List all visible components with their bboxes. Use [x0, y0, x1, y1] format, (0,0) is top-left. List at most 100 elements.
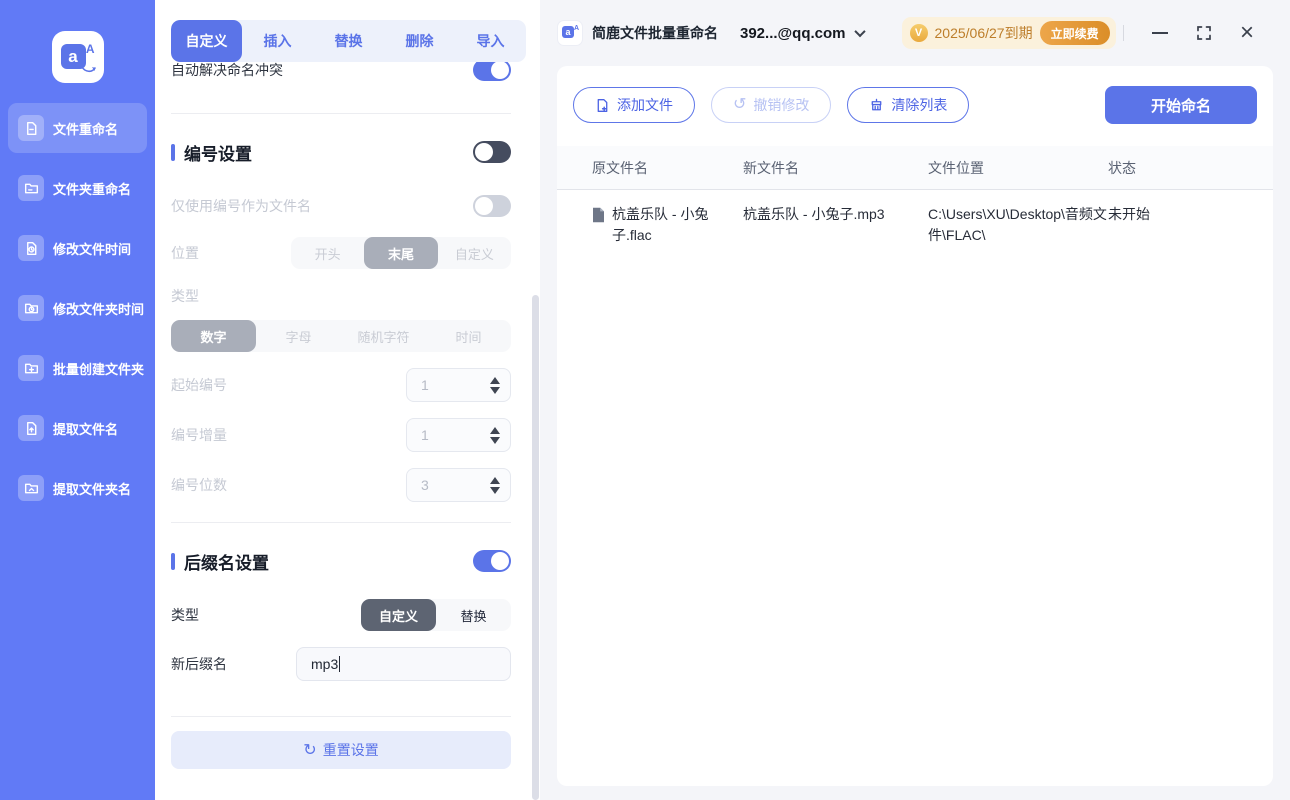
settings-panel: 自定义 插入 替换 删除 导入 自动解决命名冲突 编号设置 仅使用编号作为文件名… — [155, 0, 540, 800]
divider — [1122, 25, 1124, 41]
section-accent-bar — [171, 552, 175, 570]
add-file-icon — [597, 98, 608, 112]
increment-stepper[interactable]: 1 — [406, 418, 511, 452]
undo-icon: ↺ — [733, 96, 747, 113]
file-table: 原文件名 新文件名 文件位置 状态 杭盖乐队 - 小兔子.flac 杭盖乐队 -… — [557, 146, 1273, 264]
suffix-toggle[interactable] — [473, 550, 511, 572]
sidebar-item-folder-rename[interactable]: 文件夹重命名 — [8, 163, 147, 213]
step-up-icon[interactable] — [490, 426, 500, 434]
start-number-row: 起始编号 1 — [171, 368, 511, 402]
original-name-text: 杭盖乐队 - 小兔子.flac — [612, 206, 709, 243]
type-option-number[interactable]: 数字 — [171, 320, 256, 352]
digits-stepper[interactable]: 3 — [406, 468, 511, 502]
undo-button[interactable]: ↺ 撤销修改 — [711, 87, 832, 123]
tab-insert[interactable]: 插入 — [242, 20, 313, 62]
step-up-icon[interactable] — [490, 376, 500, 384]
position-row: 位置 开头 末尾 自定义 — [171, 236, 511, 270]
file-clock-icon — [18, 235, 44, 261]
sidebar-item-modify-file-time[interactable]: 修改文件时间 — [8, 223, 147, 273]
suffix-title: 后缀名设置 — [184, 553, 269, 573]
app-logo: a A — [51, 31, 104, 83]
position-option-custom[interactable]: 自定义 — [438, 237, 511, 269]
settings-scrollbar[interactable] — [532, 295, 539, 800]
clear-list-label: 清除列表 — [891, 97, 948, 113]
license-badge: V 2025/06/27到期 立即续费 — [901, 17, 1116, 49]
divider — [171, 522, 511, 523]
header-status: 状态 — [1108, 159, 1136, 176]
auto-resolve-conflict-label: 自动解决命名冲突 — [171, 62, 283, 78]
step-down-icon[interactable] — [490, 386, 500, 394]
add-files-button[interactable]: 添加文件 — [573, 87, 695, 123]
cell-new-name: 杭盖乐队 - 小兔子.mp3 — [743, 204, 928, 225]
numbering-section-header: 编号设置 — [171, 136, 511, 168]
cell-status: 未开始 — [1108, 204, 1273, 225]
minimize-button[interactable] — [1151, 32, 1168, 34]
logo-swoosh-icon — [80, 66, 96, 73]
file-toolbar: 添加文件 ↺ 撤销修改 清除列表 开始命名 — [557, 66, 1273, 124]
app-icon: a A — [558, 21, 582, 45]
tab-delete[interactable]: 删除 — [384, 20, 455, 62]
tab-import[interactable]: 导入 — [455, 20, 526, 62]
tab-custom[interactable]: 自定义 — [171, 20, 242, 62]
document-icon — [593, 207, 604, 223]
table-row[interactable]: 杭盖乐队 - 小兔子.flac 杭盖乐队 - 小兔子.mp3 C:\Users\… — [557, 190, 1273, 264]
increment-label: 编号增量 — [171, 427, 227, 443]
type-option-time[interactable]: 时间 — [426, 320, 511, 352]
increment-row: 编号增量 1 — [171, 418, 511, 452]
window-controls: × — [1122, 21, 1254, 45]
step-up-icon[interactable] — [490, 476, 500, 484]
stepper-arrows[interactable] — [490, 376, 500, 394]
sidebar-item-extract-folder-name[interactable]: 提取文件夹名 — [8, 463, 147, 513]
new-suffix-input[interactable]: mp3 — [296, 647, 511, 681]
suffix-option-custom[interactable]: 自定义 — [361, 599, 436, 631]
start-number-stepper[interactable]: 1 — [406, 368, 511, 402]
status-text: 未开始 — [1108, 206, 1150, 222]
reset-label: 重置设置 — [322, 742, 379, 758]
stepper-arrows[interactable] — [490, 476, 500, 494]
sidebar-item-file-rename[interactable]: 文件重命名 — [8, 103, 147, 153]
undo-label: 撤销修改 — [753, 97, 810, 113]
position-label: 位置 — [171, 245, 199, 261]
type-option-letter[interactable]: 字母 — [256, 320, 341, 352]
account-email: 392...@qq.com — [740, 24, 846, 42]
start-rename-button[interactable]: 开始命名 — [1105, 86, 1257, 124]
sidebar-item-label: 修改文件夹时间 — [53, 301, 145, 317]
step-down-icon[interactable] — [490, 486, 500, 494]
maximize-button[interactable] — [1196, 25, 1212, 41]
type-option-random[interactable]: 随机字符 — [341, 320, 426, 352]
sidebar-item-modify-folder-time[interactable]: 修改文件夹时间 — [8, 283, 147, 333]
numbering-toggle[interactable] — [473, 141, 511, 163]
app-icon-a: a — [562, 26, 574, 38]
position-option-end[interactable]: 末尾 — [364, 237, 438, 269]
account-menu[interactable]: 392...@qq.com — [740, 24, 866, 42]
sidebar-item-batch-create-folder[interactable]: 批量创建文件夹 — [8, 343, 147, 393]
new-suffix-value: mp3 — [311, 656, 339, 672]
sidebar-item-label: 批量创建文件夹 — [53, 361, 145, 377]
close-button[interactable]: × — [1240, 21, 1254, 45]
license-expiry: 2025/06/27到期 — [934, 25, 1033, 41]
auto-resolve-conflict-toggle[interactable] — [473, 62, 511, 81]
folder-icon — [18, 175, 44, 201]
sidebar: a A 文件重命名 文件夹重命名 修改文件时间 修改文件夹时间 批量创建文件夹 … — [0, 0, 155, 800]
number-type-label-row: 类型 — [171, 286, 511, 306]
stepper-arrows[interactable] — [490, 426, 500, 444]
renew-button[interactable]: 立即续费 — [1039, 21, 1110, 45]
new-suffix-label: 新后缀名 — [171, 656, 227, 672]
tab-replace[interactable]: 替换 — [313, 20, 384, 62]
text-cursor — [339, 656, 341, 672]
increment-value: 1 — [421, 427, 429, 443]
suffix-option-replace[interactable]: 替换 — [436, 599, 511, 631]
reset-settings-button[interactable]: ↻ 重置设置 — [171, 731, 511, 769]
header-location: 文件位置 — [928, 159, 984, 176]
cell-location: C:\Users\XU\Desktop\音频文件\FLAC\ — [928, 204, 1108, 246]
position-option-start[interactable]: 开头 — [291, 237, 364, 269]
sidebar-item-extract-file-name[interactable]: 提取文件名 — [8, 403, 147, 453]
number-type-segmented: 数字 字母 随机字符 时间 — [171, 320, 511, 352]
header-new-name: 新文件名 — [743, 159, 799, 176]
suffix-type-label: 类型 — [171, 607, 199, 623]
clipped-row: 自动解决命名冲突 — [171, 62, 511, 92]
only-number-toggle[interactable] — [473, 195, 511, 217]
clear-list-button[interactable]: 清除列表 — [847, 87, 970, 123]
number-type-label: 类型 — [171, 288, 199, 304]
step-down-icon[interactable] — [490, 436, 500, 444]
